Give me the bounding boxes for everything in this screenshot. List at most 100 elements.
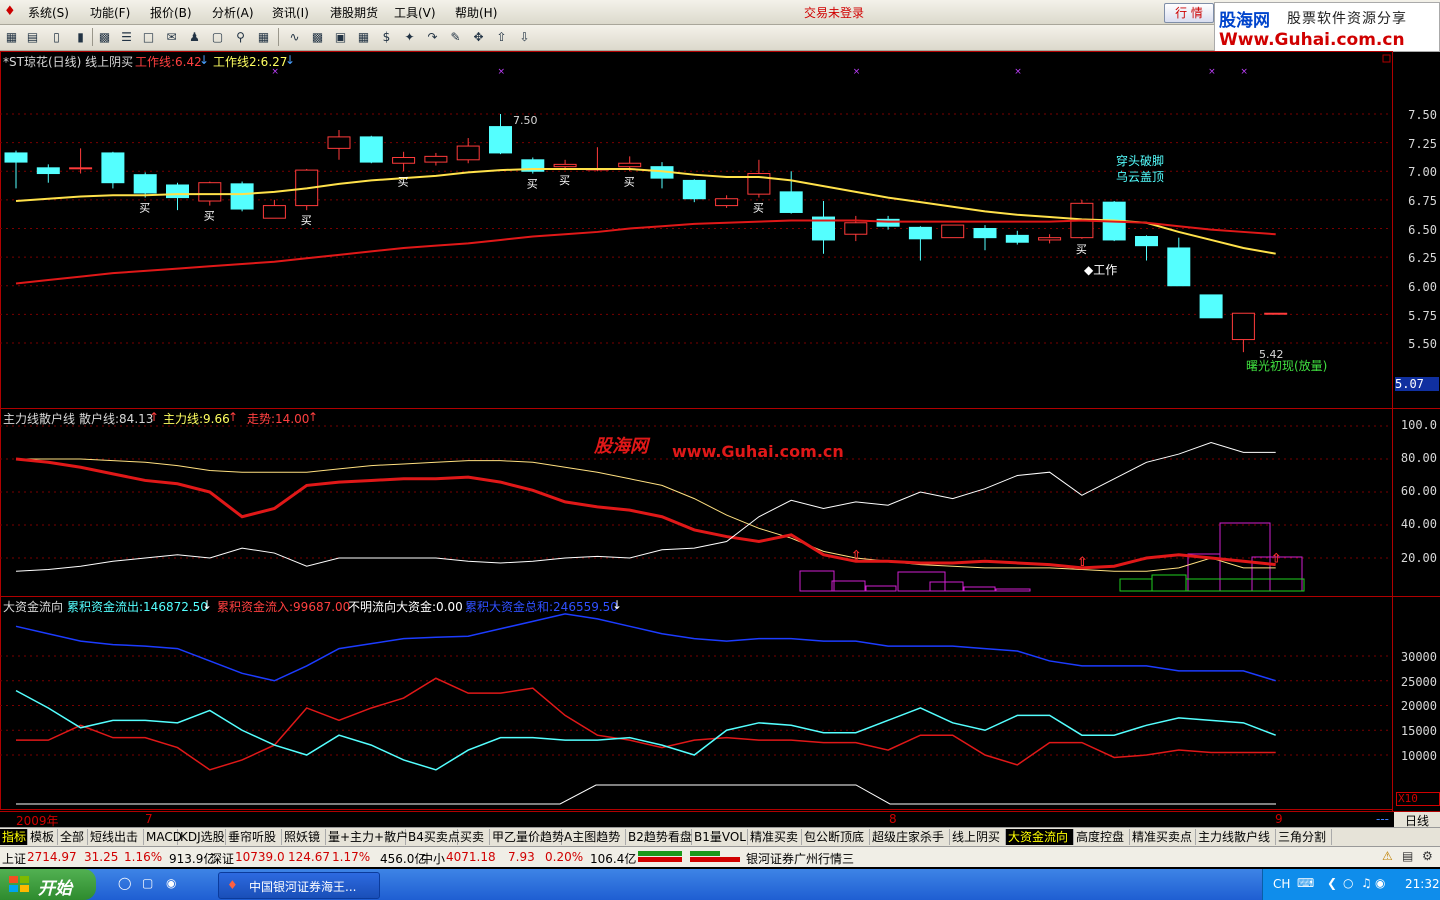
users-icon[interactable]: ♟ (186, 29, 203, 45)
clock: 21:32 (1405, 877, 1440, 891)
media-icon[interactable]: ◉ (166, 876, 176, 890)
brand-logo: 股海网 股票软件资源分享 Www.Guhai.com.cn (1214, 2, 1440, 52)
tab-indicator[interactable]: A主图趋势 (562, 829, 626, 845)
tab-indicator[interactable]: 包公断顶底 (802, 829, 870, 845)
x-multiplier: X10 (1396, 792, 1440, 806)
volume-box (929, 581, 964, 592)
chart-area[interactable]: 买买买买买买买买买 × × × × × × ⇧ ⇧ ⇧ *ST琼花(日线) 线上阴买 工作线:6… (0, 51, 1440, 811)
tab-indicator[interactable]: 高度控盘 (1074, 829, 1130, 845)
start-button[interactable]: 开始 (0, 869, 96, 900)
tab-indicator[interactable]: 照妖镜 (282, 829, 326, 845)
unknown-flow-line (16, 784, 1276, 805)
scroll-marker[interactable]: --- (1376, 812, 1389, 826)
y-tick: 7.50 (1408, 108, 1437, 122)
date-label: 7 (145, 812, 153, 826)
tab-indicator[interactable]: MACD (144, 829, 182, 845)
dollar-icon[interactable]: $ (378, 29, 395, 45)
settings-icon[interactable]: ⚙ (1422, 849, 1433, 863)
menu-quote[interactable]: 报价(B) (150, 4, 192, 21)
language-indicator[interactable]: CH (1273, 877, 1290, 891)
broker-name[interactable]: 银河证券广州行情三 (746, 850, 854, 867)
ie-icon[interactable]: ◯ (118, 876, 131, 890)
menu-function[interactable]: 功能(F) (90, 4, 130, 21)
arrow-down-icon: ↓ (612, 598, 623, 612)
wrench-icon[interactable]: ✦ (401, 29, 418, 45)
tab-indicator[interactable]: 量+主力+散户 (326, 829, 408, 845)
buy-signal: 买 (398, 175, 409, 188)
grid-icon[interactable]: ▦ (3, 29, 20, 45)
zx-label: 中小 (421, 852, 446, 866)
tab-indicator[interactable]: 指标 (0, 829, 28, 845)
tab-indicator[interactable]: B2趋势看盘 (626, 829, 692, 845)
taskbar: 开始 ◯ ▢ ◉ ♦ 中国银河证券海王... CH ⌨ ❮ ○ ♫ ◉ 21:3… (0, 869, 1440, 900)
arrow-up-icon[interactable]: ⇧ (493, 29, 510, 45)
chart-canvas[interactable]: 买买 买买买买买买买× × × × × × ⇧ ⇧ ⇧ (0, 51, 1440, 811)
tab-indicator[interactable]: 三角分割 (1276, 829, 1332, 845)
tab-indicator[interactable]: 线上阴买 (950, 829, 1006, 845)
total-flow-value: 累积大资金总和:246559.50 (465, 600, 618, 614)
tab-indicator[interactable]: 垂帘听股 (226, 829, 282, 845)
menu-hk-futures[interactable]: 港股期货 (330, 4, 378, 21)
move-icon[interactable]: ✥ (470, 29, 487, 45)
tab-indicator[interactable]: B4买卖点 (406, 829, 460, 845)
security-icon[interactable]: ◉ (1375, 876, 1385, 890)
table-icon[interactable]: ▤ (24, 29, 41, 45)
menu-tools[interactable]: 工具(V) (394, 4, 436, 21)
zx-pct: 0.20% (545, 850, 584, 864)
tab-indicator[interactable]: 全部 (58, 829, 88, 845)
rsi-icon[interactable]: ▩ (309, 29, 326, 45)
candle-body (618, 162, 642, 168)
tab-indicator[interactable]: 大资金流向 (1006, 829, 1074, 845)
y-tick: 30000 (1400, 650, 1437, 664)
tab-indicator[interactable]: 超级庄家杀手 (870, 829, 950, 845)
info-icon[interactable]: ⚠ (1382, 849, 1393, 863)
menu-analysis[interactable]: 分析(A) (212, 4, 254, 21)
quote-button[interactable]: 行 情 (1164, 3, 1214, 23)
pencil-icon[interactable]: ✎ (447, 29, 464, 45)
line-chart-icon[interactable]: ∿ (286, 29, 303, 45)
search-icon[interactable]: ⚲ (232, 29, 249, 45)
export-icon[interactable]: ↷ (424, 29, 441, 45)
network-icon[interactable]: ○ (1343, 876, 1353, 890)
window-icon[interactable]: ▢ (209, 29, 226, 45)
indicator-tabs: 指标 模板 全部 短线出击 MACD KDJ选股 垂帘听股 照妖镜 量+主力+散户 B4买卖点 买卖… (0, 827, 1440, 846)
volume-icon[interactable]: ♫ (1361, 876, 1372, 890)
candle-body (973, 228, 997, 239)
f10-icon[interactable]: ▦ (255, 29, 272, 45)
tab-indicator[interactable]: 甲乙量价趋势 (490, 829, 564, 845)
menu-help[interactable]: 帮助(H) (455, 4, 497, 21)
tab-indicator[interactable]: KDJ选股 (178, 829, 226, 845)
tab-indicator[interactable]: 模板 (28, 829, 58, 845)
calc-icon[interactable]: ▦ (355, 29, 372, 45)
arrow-down-icon[interactable]: ⇩ (516, 29, 533, 45)
taskbar-app-button[interactable]: ♦ 中国银河证券海王... (218, 872, 380, 899)
monitor-icon[interactable]: ▤ (1402, 849, 1413, 863)
list-icon[interactable]: ☰ (118, 29, 135, 45)
tab-indicator[interactable]: 买卖 (458, 829, 490, 845)
sh-change: 31.25 (84, 850, 119, 864)
retail-line-value: 散户线:84.13 (79, 412, 154, 426)
keyboard-icon[interactable]: ⌨ (1297, 876, 1314, 890)
volume-box (865, 585, 897, 592)
mail-icon[interactable]: ✉ (163, 29, 180, 45)
top-marker: × (498, 67, 506, 77)
kline-icon[interactable]: ▮ (72, 29, 89, 45)
report-icon[interactable]: ▩ (96, 29, 113, 45)
tab-indicator[interactable]: 精准买卖点 (1130, 829, 1196, 845)
menu-system[interactable]: 系统(S) (28, 4, 69, 21)
windows-logo-icon (9, 876, 29, 892)
tab-indicator[interactable]: 精准买卖 (748, 829, 802, 845)
sz-label: 深证 (210, 852, 235, 866)
tab-indicator[interactable]: 短线出击 (88, 829, 144, 845)
doc-icon[interactable]: □ (140, 29, 157, 45)
menu-info[interactable]: 资讯(I) (272, 4, 309, 21)
work-line-2: 工作线2:6.27 (213, 55, 288, 69)
candles-icon[interactable]: ▯ (48, 29, 65, 45)
trade-status[interactable]: 交易未登录 (804, 4, 864, 21)
tab-indicator[interactable]: 主力线散户线 (1196, 829, 1276, 845)
tray-arrow-icon[interactable]: ❮ (1327, 876, 1337, 890)
screen-icon[interactable]: ▣ (332, 29, 349, 45)
tab-indicator[interactable]: B1量VOL (692, 829, 748, 845)
desktop-icon[interactable]: ▢ (142, 876, 153, 890)
sh-pct: 1.16% (124, 850, 163, 864)
